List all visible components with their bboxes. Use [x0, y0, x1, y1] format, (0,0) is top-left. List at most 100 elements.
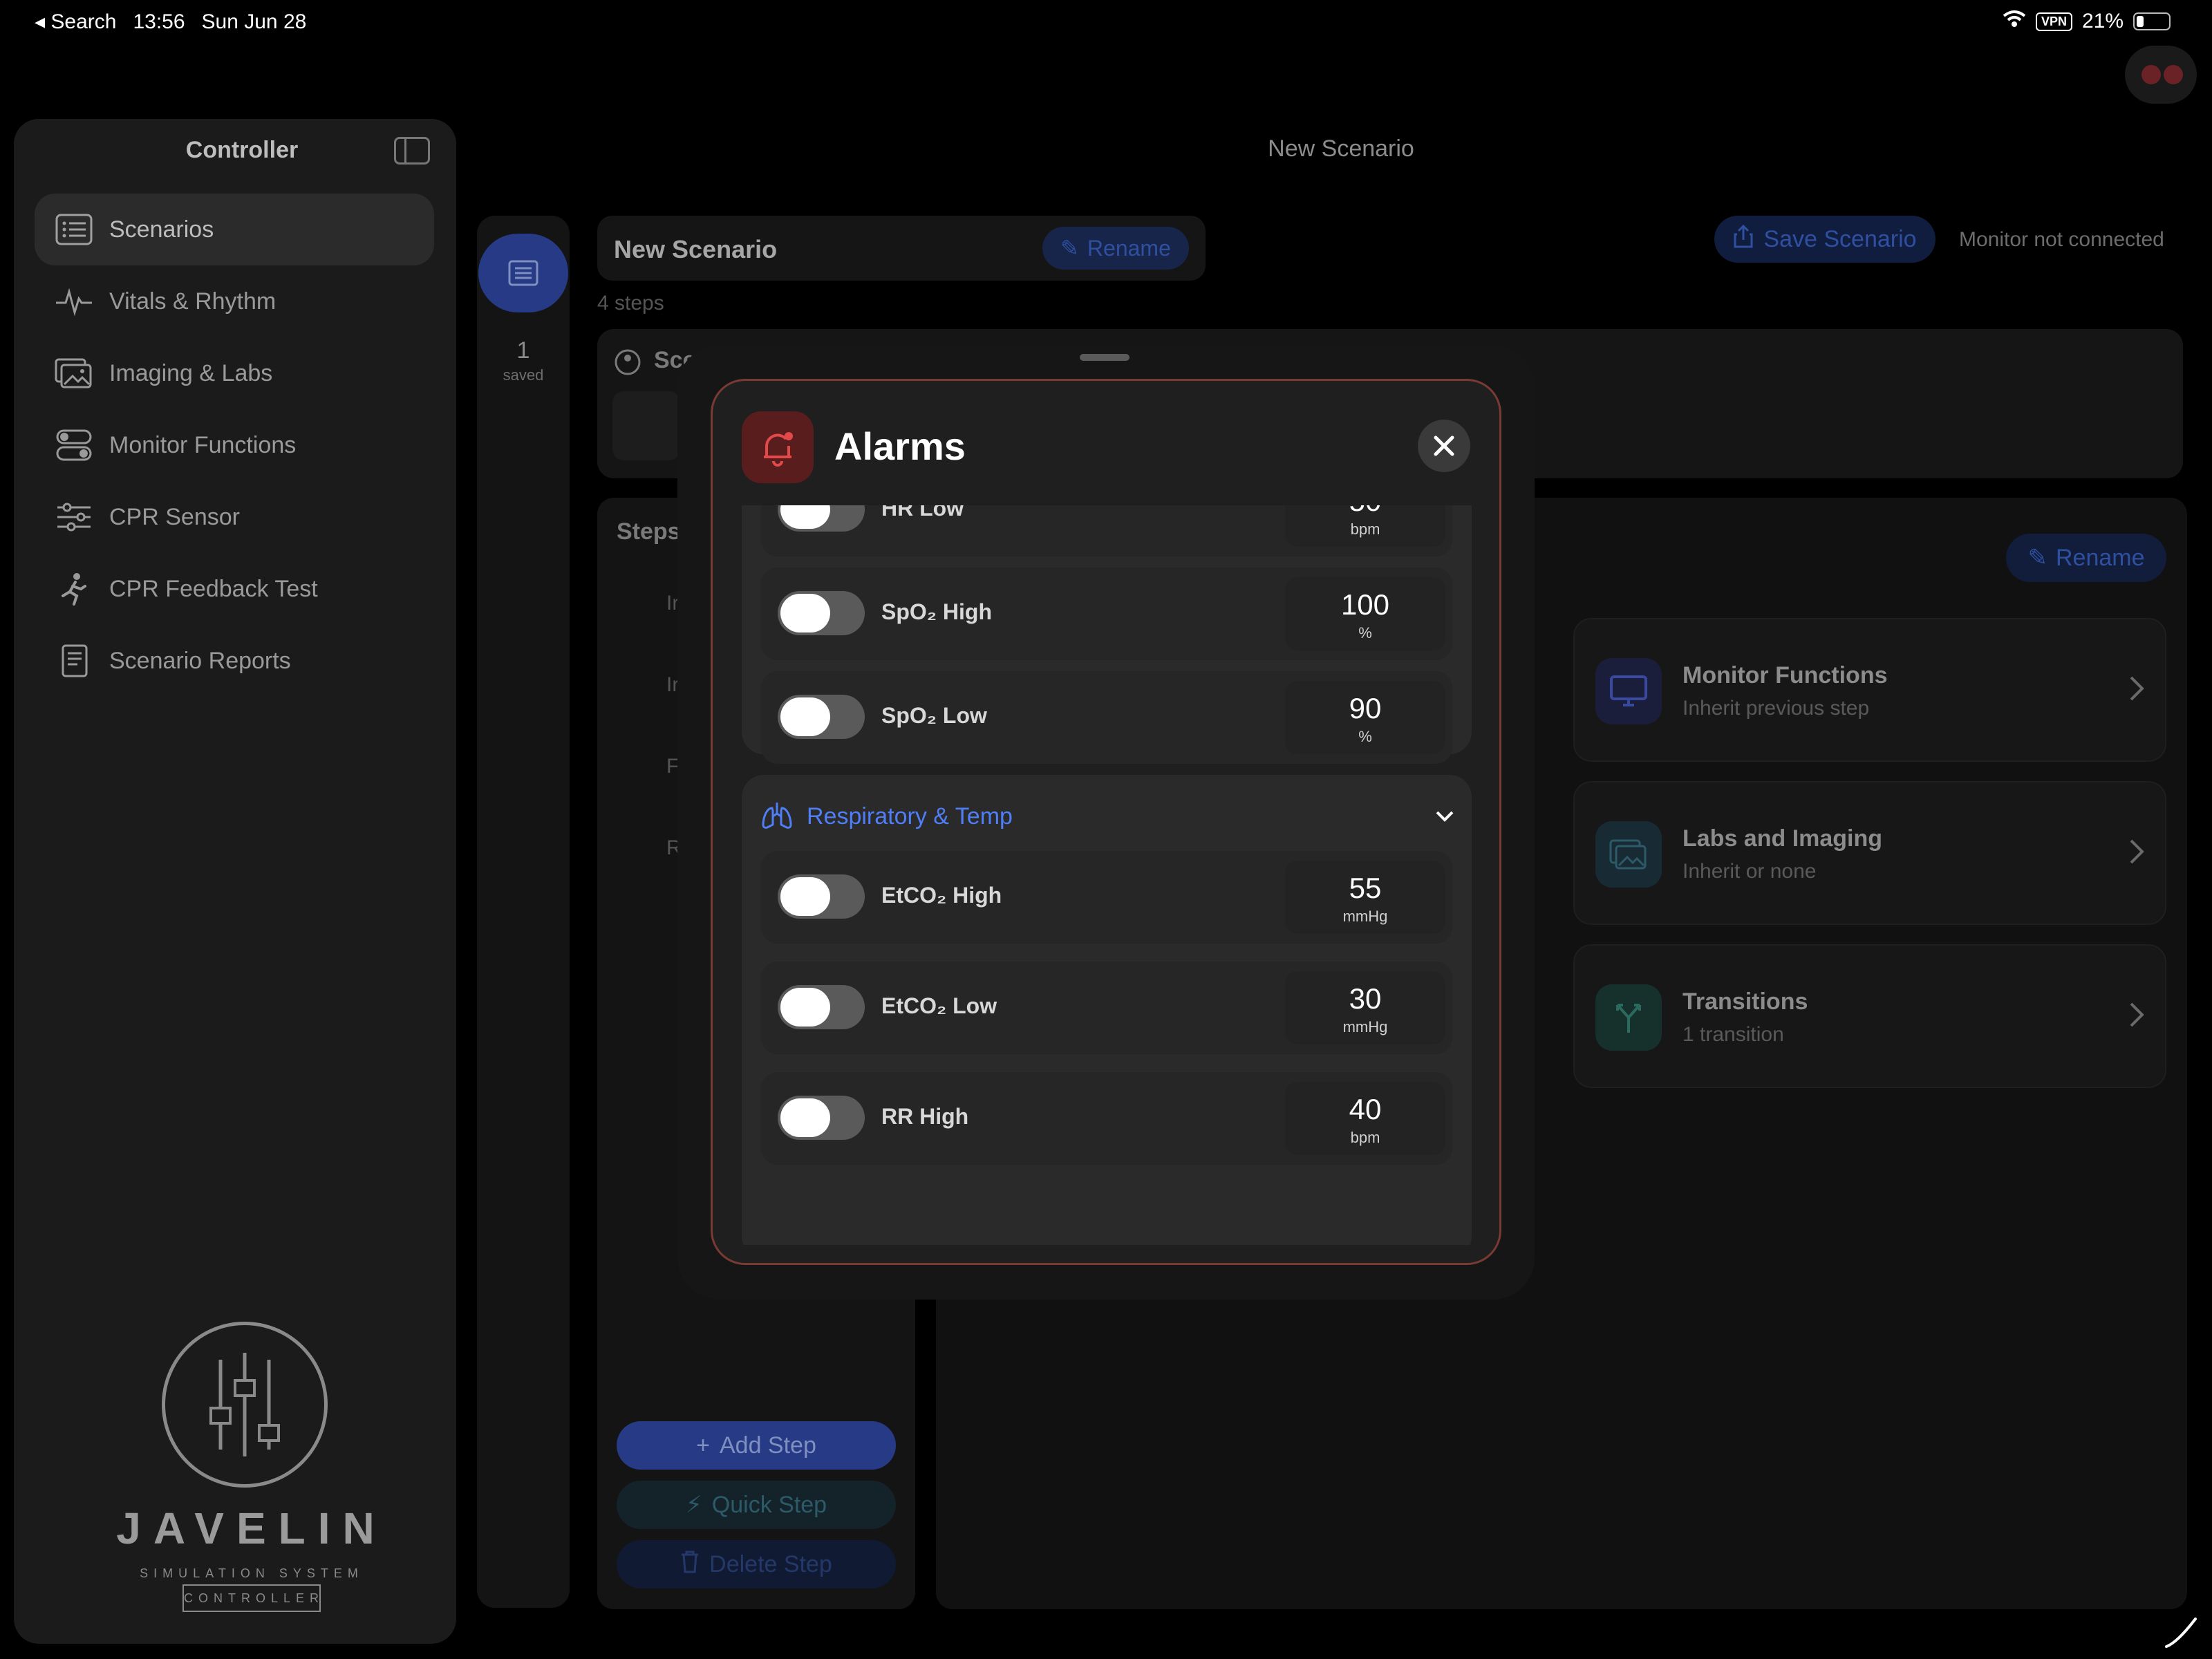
- add-step-button[interactable]: + Add Step: [617, 1421, 896, 1470]
- rename-scenario-button[interactable]: ✎ Rename: [1042, 227, 1189, 270]
- alarms-scroll-area[interactable]: HR Low 50 bpm SpO₂ High 100 % SpO₂ Low 9…: [742, 505, 1472, 1245]
- bell-icon: [742, 411, 814, 483]
- alarm-unit: %: [1358, 624, 1372, 641]
- scenario-name: New Scenario: [614, 235, 778, 263]
- alarm-value-field[interactable]: 50 bpm: [1285, 505, 1445, 547]
- chevron-down-icon[interactable]: [1434, 805, 1455, 826]
- close-icon: [1434, 435, 1454, 456]
- toggle-knob: [780, 1098, 830, 1137]
- battery-icon: [2133, 12, 2171, 30]
- alarm-label: SpO₂ Low: [881, 703, 987, 728]
- alarm-value-field[interactable]: 90 %: [1285, 681, 1445, 754]
- sidebar-item-scenario-reports[interactable]: Scenario Reports: [35, 625, 434, 697]
- steps-count: 4 steps: [597, 292, 664, 315]
- alarm-unit: bpm: [1350, 521, 1380, 538]
- scenarios-list-button[interactable]: [478, 234, 568, 312]
- sidebar-item-cpr-feedback-test[interactable]: CPR Feedback Test: [35, 553, 434, 625]
- sidebar-toggle-icon[interactable]: [394, 137, 430, 165]
- alarm-value: 30: [1349, 982, 1382, 1015]
- alarm-row: RR High 40 bpm: [761, 1072, 1452, 1165]
- trash-icon: [680, 1550, 700, 1580]
- alarm-row: SpO₂ High 100 %: [761, 568, 1452, 660]
- card-title: Labs and Imaging: [1683, 825, 1883, 852]
- indicator-dot: [2141, 65, 2161, 84]
- toggle-knob: [780, 594, 830, 632]
- alarm-value: 100: [1340, 588, 1390, 621]
- alarm-value-field[interactable]: 100 %: [1285, 577, 1445, 650]
- sidebar-item-imaging-labs[interactable]: Imaging & Labs: [35, 337, 434, 409]
- alarm-value-field[interactable]: 30 mmHg: [1285, 971, 1445, 1044]
- transitions-card[interactable]: Transitions 1 transition: [1573, 944, 2166, 1088]
- list-icon: [53, 212, 95, 247]
- alarm-unit: mmHg: [1342, 1018, 1388, 1035]
- toggle-knob: [780, 505, 830, 529]
- alarm-group-respiratory: Respiratory & Temp EtCO₂ High 55 mmHg Et…: [742, 775, 1472, 1245]
- sliders-icon: [53, 500, 95, 534]
- back-to-search-link[interactable]: ◂ Search: [35, 10, 116, 34]
- alarm-toggle[interactable]: [778, 985, 865, 1029]
- alarm-toggle[interactable]: [778, 695, 865, 739]
- monitor-functions-card[interactable]: Monitor Functions Inherit previous step: [1573, 618, 2166, 762]
- document-icon: [53, 644, 95, 678]
- page-title: New Scenario: [1268, 135, 1414, 162]
- close-button[interactable]: [1418, 420, 1470, 472]
- patient-chip[interactable]: [612, 391, 680, 460]
- alarm-unit: %: [1358, 728, 1372, 745]
- quick-step-button[interactable]: ⚡ Quick Step: [617, 1481, 896, 1529]
- pencil-tool-icon[interactable]: [2164, 1615, 2198, 1649]
- quick-step-label: Quick Step: [711, 1491, 827, 1518]
- toggles-icon: [53, 428, 95, 462]
- sidebar-item-cpr-sensor[interactable]: CPR Sensor: [35, 481, 434, 553]
- sidebar: Controller Scenarios Vitals & Rhythm Ima…: [14, 119, 456, 1644]
- plus-icon: +: [696, 1432, 710, 1459]
- sidebar-item-monitor-functions[interactable]: Monitor Functions: [35, 409, 434, 481]
- labs-imaging-card[interactable]: Labs and Imaging Inherit or none: [1573, 781, 2166, 925]
- saved-count: 1: [516, 337, 530, 364]
- section-header[interactable]: Respiratory & Temp: [761, 796, 1013, 837]
- monitor-icon: [1595, 658, 1662, 724]
- steps-label: Steps: [617, 518, 681, 545]
- scenario-rail: 1 saved: [477, 216, 570, 1608]
- card-subtitle: Inherit previous step: [1683, 697, 1870, 720]
- toggle-knob: [780, 697, 830, 736]
- alarm-value: 90: [1349, 692, 1382, 724]
- status-time: 13:56: [133, 10, 185, 33]
- saved-label: saved: [503, 366, 544, 384]
- alarm-unit: mmHg: [1342, 908, 1388, 925]
- delete-step-label: Delete Step: [709, 1550, 832, 1577]
- recording-indicator[interactable]: [2125, 46, 2197, 104]
- lungs-icon: [761, 801, 793, 832]
- sidebar-item-vitals-rhythm[interactable]: Vitals & Rhythm: [35, 265, 434, 337]
- alarm-value-field[interactable]: 55 mmHg: [1285, 861, 1445, 934]
- scenario-header: New Scenario ✎ Rename: [597, 216, 1206, 281]
- images-icon: [1595, 821, 1662, 888]
- sidebar-item-scenarios[interactable]: Scenarios: [35, 194, 434, 265]
- alarm-label: EtCO₂ High: [881, 883, 1002, 908]
- alarm-row: EtCO₂ Low 30 mmHg: [761, 962, 1452, 1054]
- share-icon: [1733, 224, 1754, 254]
- branch-icon: [1595, 984, 1662, 1051]
- delete-step-button[interactable]: Delete Step: [617, 1540, 896, 1588]
- rename-step-button[interactable]: ✎ Rename: [2006, 534, 2166, 582]
- alarm-toggle[interactable]: [778, 591, 865, 635]
- sidebar-nav: Scenarios Vitals & Rhythm Imaging & Labs…: [35, 194, 434, 697]
- alarm-value-field[interactable]: 40 bpm: [1285, 1082, 1445, 1155]
- sidebar-item-label: Monitor Functions: [109, 431, 297, 458]
- card-title: Monitor Functions: [1683, 662, 1888, 688]
- logo-emblem: [162, 1322, 328, 1488]
- alarm-toggle[interactable]: [778, 505, 865, 532]
- status-date: Sun Jun 28: [201, 10, 307, 33]
- section-title: Respiratory & Temp: [807, 803, 1013, 830]
- images-icon: [53, 356, 95, 391]
- status-bar: ◂ Search 13:56 Sun Jun 28 VPN 21%: [0, 0, 2212, 44]
- alarm-value: 50: [1285, 505, 1445, 518]
- logo-subtitle: SIMULATION SYSTEM: [140, 1566, 364, 1580]
- save-scenario-button[interactable]: Save Scenario: [1714, 216, 1936, 263]
- add-step-label: Add Step: [719, 1432, 816, 1459]
- alarm-group-cardiac: HR Low 50 bpm SpO₂ High 100 % SpO₂ Low 9…: [742, 505, 1472, 764]
- alarm-toggle[interactable]: [778, 874, 865, 919]
- sheet-grabber[interactable]: [1080, 354, 1130, 361]
- alarm-toggle[interactable]: [778, 1096, 865, 1140]
- alarm-value: 40: [1349, 1093, 1382, 1125]
- alarms-modal: Alarms HR Low 50 bpm SpO₂ High 100 %: [711, 379, 1501, 1265]
